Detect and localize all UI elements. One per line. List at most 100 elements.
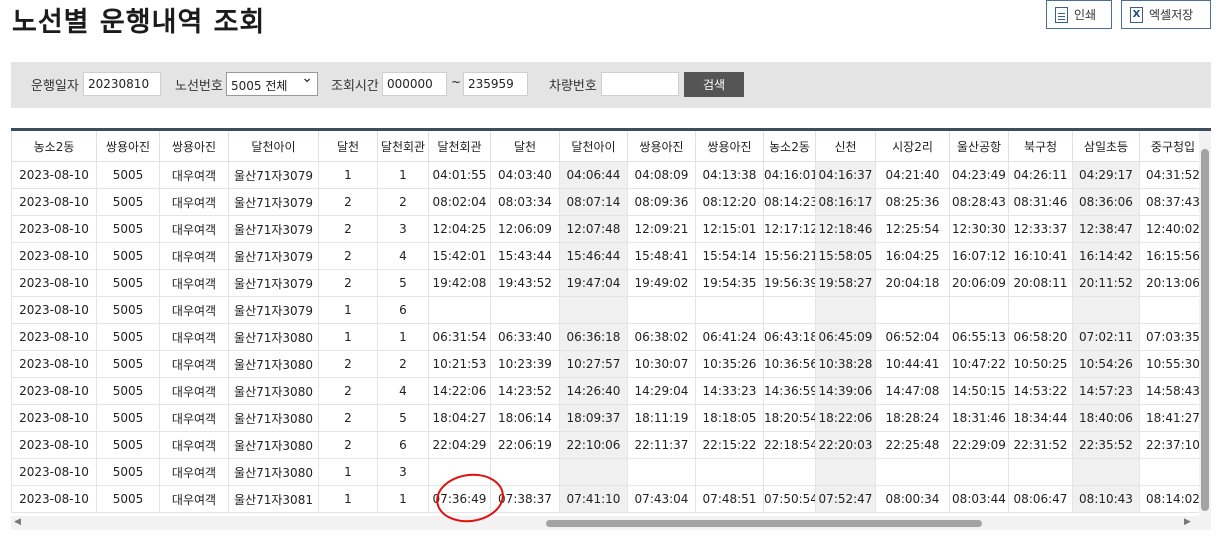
table-cell: 18:18:05 [695, 404, 764, 432]
column-header[interactable]: 달천아이 [228, 131, 319, 162]
table-cell: 5005 [96, 404, 160, 432]
table-cell: 12:04:25 [428, 215, 491, 243]
table-cell [1139, 458, 1207, 486]
table-cell: 14:50:15 [949, 377, 1009, 405]
table-cell: 04:31:52 [1139, 161, 1207, 189]
table-cell [875, 458, 950, 486]
table-row[interactable]: 2023-08-10 5005 대우여객 울산71자3079 2 4 15:42:01 15:… [11, 242, 1212, 270]
column-header[interactable]: 쌍용아진 [159, 131, 229, 162]
table-cell: 12:33:37 [1008, 215, 1073, 243]
print-button-label: 인쇄 [1074, 8, 1097, 22]
table-row[interactable]: 2023-08-10 5005 대우여객 울산71자3080 2 6 22:04:29 22:… [11, 431, 1212, 459]
column-header[interactable]: 달천회관 [428, 131, 491, 162]
column-header[interactable]: 농소2동 [763, 131, 816, 162]
table-cell [875, 296, 950, 324]
column-header[interactable]: 시장2리 [875, 131, 950, 162]
vertical-scroll-thumb[interactable] [1201, 149, 1209, 511]
column-header[interactable]: 신천 [815, 131, 876, 162]
table-cell: 12:18:46 [815, 215, 876, 243]
table-cell: 5005 [96, 161, 160, 189]
table-cell [1139, 296, 1207, 324]
column-header[interactable]: 달천회관 [377, 131, 429, 162]
table-cell: 06:41:24 [695, 323, 764, 351]
table-cell: 5005 [96, 458, 160, 486]
table-cell: 5005 [96, 350, 160, 378]
table-cell: 14:22:06 [428, 377, 491, 405]
table-cell: 10:21:53 [428, 350, 491, 378]
table-cell [1072, 458, 1140, 486]
column-header[interactable]: 삼일초등 [1072, 131, 1140, 162]
table-row[interactable]: 2023-08-10 5005 대우여객 울산71자3080 2 4 14:22:06 14:… [11, 377, 1212, 405]
table-cell: 14:57:23 [1072, 377, 1140, 405]
vehicle-input[interactable] [601, 72, 679, 96]
table-row[interactable]: 2023-08-10 5005 대우여객 울산71자3079 1 1 04:01:55 04:… [11, 161, 1212, 189]
table-cell: 19:54:35 [695, 269, 764, 297]
excel-export-button[interactable]: X 엑셀저장 [1121, 0, 1211, 29]
column-header[interactable]: 달천 [318, 131, 378, 162]
column-header[interactable]: 중구청입 [1139, 131, 1207, 162]
table-cell: 18:09:37 [559, 404, 628, 432]
table-row[interactable]: 2023-08-10 5005 대우여객 울산71자3079 2 2 08:02:04 08:… [11, 188, 1212, 216]
table-cell: 07:02:11 [1072, 323, 1140, 351]
table-row[interactable]: 2023-08-10 5005 대우여객 울산71자3080 2 5 18:04:27 18:… [11, 404, 1212, 432]
table-row[interactable]: 2023-08-10 5005 대우여객 울산71자3080 1 3 [11, 458, 1212, 486]
table-cell: 18:34:44 [1008, 404, 1073, 432]
time-from-input[interactable]: 000000 [382, 72, 447, 96]
table-cell: 07:48:51 [695, 485, 764, 513]
table-cell: 14:23:52 [490, 377, 560, 405]
table-cell [695, 296, 764, 324]
table-cell: 1 [318, 485, 378, 513]
column-header[interactable]: 북구청 [1008, 131, 1073, 162]
table-cell: 22:31:52 [1008, 431, 1073, 459]
column-header[interactable]: 쌍용아진 [695, 131, 764, 162]
table-cell: 08:02:04 [428, 188, 491, 216]
excel-icon: X [1130, 6, 1143, 23]
date-input[interactable]: 20230810 [83, 72, 161, 96]
table-cell: 08:03:44 [949, 485, 1009, 513]
table-cell: 10:54:26 [1072, 350, 1140, 378]
table-cell: 2 [377, 188, 429, 216]
table-cell: 19:58:27 [815, 269, 876, 297]
time-to-input[interactable]: 235959 [463, 72, 528, 96]
horizontal-scrollbar[interactable]: ◀ ▶ [11, 516, 1211, 530]
header-row: 농소2동 쌍용아진 쌍용아진 달천아이 달천 달천회관 달천회관 달천 달천아이 쌍용아진 쌍용아진… [11, 131, 1211, 162]
table-cell: 08:36:06 [1072, 188, 1140, 216]
time-label: 조회시간 [331, 79, 379, 94]
table-cell: 4 [377, 242, 429, 270]
table-cell: 2 [318, 188, 378, 216]
table-cell: 울산71자3080 [228, 350, 319, 378]
table-cell: 04:01:55 [428, 161, 491, 189]
table-cell: 22:25:48 [875, 431, 950, 459]
table-row[interactable]: 2023-08-10 5005 대우여객 울산71자3079 1 6 [11, 296, 1212, 324]
table-cell: 14:58:43 [1139, 377, 1207, 405]
horizontal-scroll-thumb[interactable] [546, 520, 982, 527]
scroll-right-arrow-icon[interactable]: ▶ [1184, 517, 1191, 527]
print-button[interactable]: 인쇄 [1046, 0, 1112, 29]
vertical-scrollbar[interactable] [1199, 131, 1211, 516]
route-select[interactable]: 5005 전체 [226, 70, 318, 96]
table-cell: 2 [318, 350, 378, 378]
table-cell: 14:53:22 [1008, 377, 1073, 405]
table-cell: 3 [377, 458, 429, 486]
scroll-left-arrow-icon[interactable]: ◀ [14, 517, 21, 527]
table-cell: 대우여객 [159, 215, 229, 243]
column-header[interactable]: 쌍용아진 [96, 131, 160, 162]
table-cell: 06:52:04 [875, 323, 950, 351]
column-header[interactable]: 달천 [490, 131, 560, 162]
table-row[interactable]: 2023-08-10 5005 대우여객 울산71자3080 1 1 06:31:54 06:… [11, 323, 1212, 351]
table-cell: 08:09:36 [627, 188, 696, 216]
table-row[interactable]: 2023-08-10 5005 대우여객 울산71자3079 2 5 19:42:08 19:… [11, 269, 1212, 297]
table-cell: 22:29:09 [949, 431, 1009, 459]
column-header[interactable]: 쌍용아진 [627, 131, 696, 162]
table-row[interactable]: 2023-08-10 5005 대우여객 울산71자3080 2 2 10:21:53 10:… [11, 350, 1212, 378]
search-button[interactable]: 검색 [684, 72, 744, 97]
table-row[interactable]: 2023-08-10 5005 대우여객 울산71자3079 2 3 12:04:25 12:… [11, 215, 1212, 243]
table-cell: 울산71자3079 [228, 215, 319, 243]
column-header[interactable]: 울산공항 [949, 131, 1009, 162]
table-row[interactable]: 2023-08-10 5005 대우여객 울산71자3081 1 1 07:36:49 07:… [11, 485, 1212, 513]
table-cell: 08:14:02 [1139, 485, 1207, 513]
column-header[interactable]: 달천아이 [559, 131, 628, 162]
table-cell: 06:55:13 [949, 323, 1009, 351]
table-cell: 10:27:57 [559, 350, 628, 378]
column-header[interactable]: 농소2동 [11, 131, 97, 162]
